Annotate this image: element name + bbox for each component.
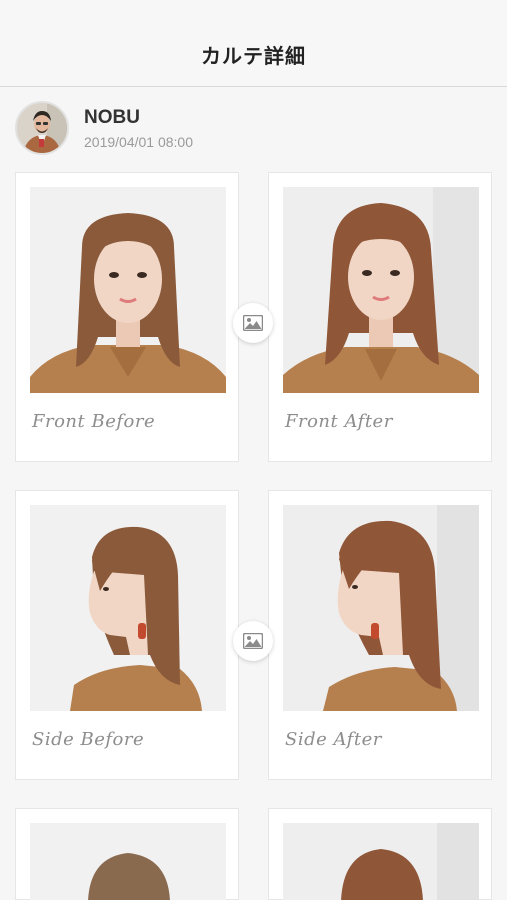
stylist-profile: NOBU 2019/04/01 08:00 [15,101,193,155]
record-datetime: 2019/04/01 08:00 [84,133,193,150]
photo-card-back-after[interactable] [268,808,492,900]
image-icon [243,315,263,331]
hair-side-photo [283,505,479,711]
hair-side-photo [30,505,226,711]
hair-front-photo [283,187,479,393]
image-icon [243,633,263,649]
photo-caption: Side After [285,729,382,750]
photo-caption: Front Before [32,411,156,432]
hair-back-photo [283,823,479,900]
photo-caption: Side Before [32,729,145,750]
page-title: カルテ詳細 [201,46,306,68]
avatar[interactable] [15,101,69,155]
hair-back-photo [30,823,226,900]
hair-front-photo [30,187,226,393]
photo-card-front-after[interactable]: Front After [268,172,492,462]
karte-detail-screen: カルテ詳細 NOBU 2019/04/01 08:00 Front Before… [0,0,507,900]
photo-card-side-after[interactable]: Side After [268,490,492,780]
compare-photo-button[interactable] [233,303,273,343]
photo-card-side-before[interactable]: Side Before [15,490,239,780]
compare-photo-button[interactable] [233,621,273,661]
photo-card-front-before[interactable]: Front Before [15,172,239,462]
stylist-name: NOBU [84,106,140,128]
stylist-avatar-icon [17,103,67,153]
photo-card-back-before[interactable] [15,808,239,900]
photo-caption: Front After [285,411,393,432]
navigation-bar: カルテ詳細 [0,0,507,87]
